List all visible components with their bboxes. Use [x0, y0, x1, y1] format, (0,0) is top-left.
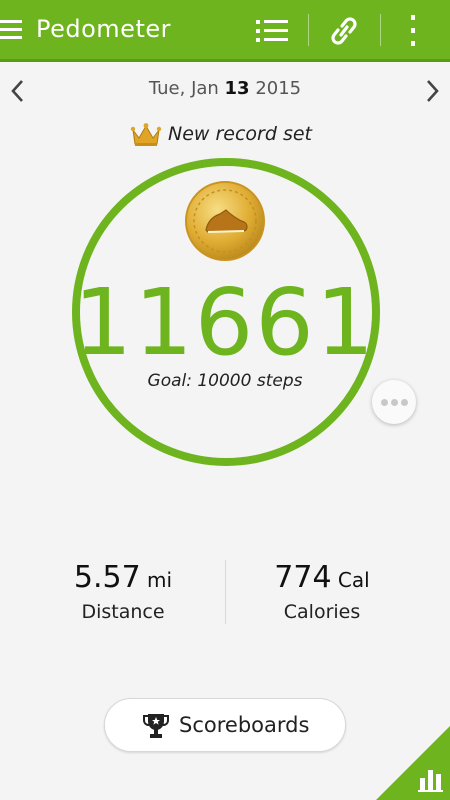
date-day: 13	[224, 78, 250, 99]
more-horizontal-icon[interactable]	[372, 380, 416, 424]
app-title: Pedometer	[36, 15, 171, 43]
calories-stat: 774 Cal Calories	[232, 560, 412, 623]
date-weekday-month: Tue, Jan	[148, 78, 225, 99]
calories-label: Calories	[283, 601, 361, 623]
scoreboards-button[interactable]: Scoreboards	[104, 698, 346, 752]
record-banner: New record set	[130, 120, 330, 150]
bar-chart-icon[interactable]	[376, 726, 450, 800]
date-row: Tue, Jan 13 2015	[0, 68, 450, 112]
distance-value: 5.57	[73, 560, 141, 595]
app-bar: Pedometer	[0, 0, 450, 62]
list-icon[interactable]	[252, 14, 292, 48]
shoe-medal-icon	[184, 180, 266, 262]
crown-icon	[130, 123, 162, 146]
chevron-right-icon[interactable]	[416, 76, 446, 106]
distance-label: Distance	[81, 601, 165, 623]
date-year: 2015	[249, 78, 302, 99]
distance-value-row: 5.57 mi	[33, 560, 213, 595]
appbar-divider	[380, 14, 381, 46]
appbar-divider	[308, 14, 309, 46]
more-vertical-icon[interactable]	[396, 10, 430, 52]
stats-divider	[225, 560, 226, 624]
distance-unit: mi	[140, 568, 173, 592]
link-icon[interactable]	[322, 12, 366, 50]
calories-value: 774	[274, 560, 332, 595]
scoreboards-label: Scoreboards	[179, 713, 310, 737]
menu-icon[interactable]	[0, 18, 22, 42]
date-label: Tue, Jan 13 2015	[0, 78, 450, 99]
calories-unit: Cal	[331, 568, 370, 592]
trophy-icon	[143, 714, 169, 738]
record-text: New record set	[168, 123, 313, 145]
calories-value-row: 774 Cal	[232, 560, 412, 595]
step-count: 11661	[73, 269, 377, 376]
distance-stat: 5.57 mi Distance	[33, 560, 213, 623]
